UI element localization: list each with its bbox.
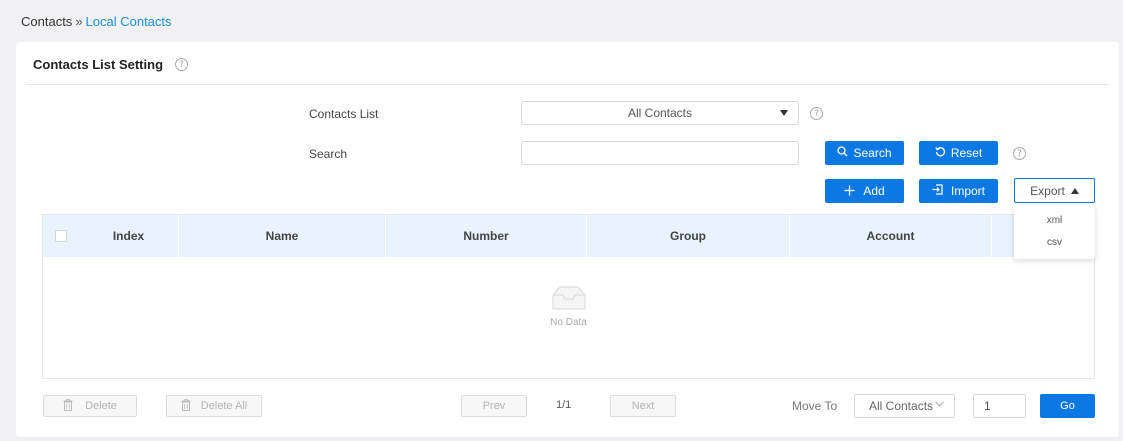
page-indicator: 1/1 — [556, 399, 572, 411]
import-button-label: Import — [950, 184, 985, 198]
reset-button-label: Reset — [950, 146, 983, 160]
import-icon — [932, 184, 943, 198]
contacts-list-card: Contacts List Setting ? Contacts List Al… — [16, 42, 1119, 437]
export-option-csv[interactable]: csv — [1014, 237, 1095, 248]
contacts-table: Index Name Number Group Account No Data — [42, 214, 1095, 379]
empty-state: No Data — [550, 285, 588, 328]
move-to-select[interactable]: All Contacts — [854, 394, 955, 418]
delete-all-button[interactable]: Delete All — [166, 395, 262, 417]
move-to-label: Move To — [792, 399, 838, 413]
plus-icon — [844, 182, 855, 200]
import-button[interactable]: Import — [919, 179, 998, 203]
delete-button-label: Delete — [85, 400, 117, 412]
title-divider — [26, 84, 1109, 85]
contacts-list-label: Contacts List — [309, 107, 379, 121]
column-account[interactable]: Account — [790, 215, 992, 257]
search-icon — [837, 146, 848, 160]
add-button-label: Add — [863, 184, 885, 198]
contacts-list-value: All Contacts — [627, 106, 693, 120]
card-title: Contacts List Setting ? — [33, 57, 189, 72]
export-option-xml[interactable]: xml — [1014, 215, 1095, 226]
contacts-list-select[interactable]: All Contacts — [521, 101, 799, 125]
search-label: Search — [309, 147, 348, 161]
chevron-down-icon — [935, 400, 944, 410]
page-number-input[interactable]: 1 — [973, 394, 1026, 418]
prev-page-button[interactable]: Prev — [461, 395, 527, 417]
trash-icon — [181, 398, 191, 414]
export-button-label: Export — [1030, 183, 1065, 198]
breadcrumb-current[interactable]: Local Contacts — [86, 14, 172, 29]
caret-up-icon — [1070, 187, 1079, 194]
move-to-value: All Contacts — [869, 399, 934, 413]
search-input[interactable] — [521, 141, 799, 165]
help-icon[interactable]: ? — [175, 58, 189, 71]
caret-down-icon — [780, 110, 788, 116]
export-button[interactable]: Export — [1014, 178, 1095, 203]
help-icon[interactable]: ? — [810, 107, 823, 120]
delete-button[interactable]: Delete — [43, 395, 137, 417]
no-data-text: No Data — [550, 317, 587, 328]
breadcrumb-parent[interactable]: Contacts — [21, 14, 72, 29]
breadcrumb-separator: » — [75, 14, 83, 29]
export-dropdown: xml csv — [1014, 205, 1095, 259]
reset-button[interactable]: Reset — [919, 141, 998, 165]
table-header: Index Name Number Group Account — [43, 215, 1094, 257]
select-all-checkbox[interactable] — [55, 230, 67, 242]
trash-icon — [63, 398, 73, 414]
search-button[interactable]: Search — [825, 141, 904, 165]
column-number[interactable]: Number — [386, 215, 587, 257]
column-index[interactable]: Index — [79, 215, 179, 257]
empty-box-icon — [550, 285, 588, 311]
column-name[interactable]: Name — [179, 215, 386, 257]
next-page-button[interactable]: Next — [610, 395, 676, 417]
search-button-label: Search — [853, 146, 892, 160]
card-title-text: Contacts List Setting — [33, 57, 164, 72]
column-group[interactable]: Group — [587, 215, 790, 257]
go-button[interactable]: Go — [1040, 394, 1095, 418]
add-button[interactable]: Add — [825, 179, 904, 203]
delete-all-button-label: Delete All — [200, 400, 248, 412]
breadcrumb: Contacts» Local Contacts — [21, 14, 172, 29]
help-icon[interactable]: ? — [1013, 147, 1026, 160]
reset-icon — [935, 146, 946, 160]
